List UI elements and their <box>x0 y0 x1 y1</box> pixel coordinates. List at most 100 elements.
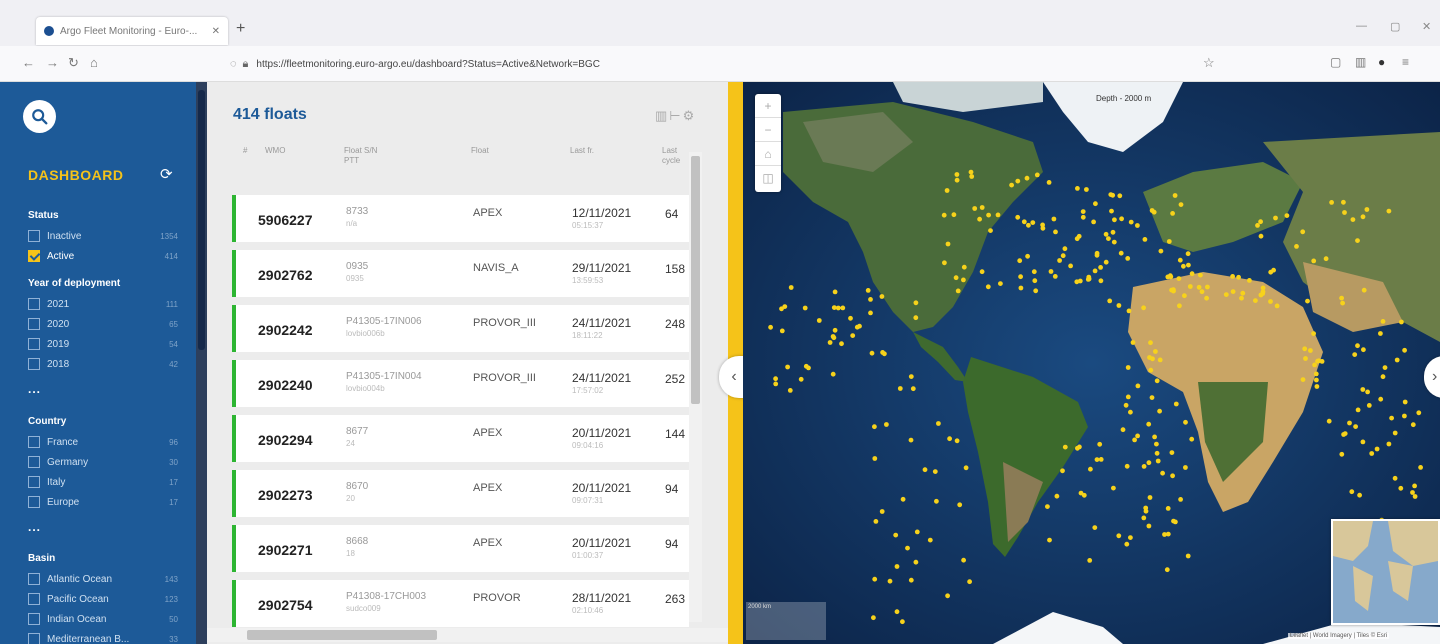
filter-option-indian[interactable]: Indian Ocean 50 <box>28 610 178 628</box>
float-row[interactable]: 2902754 P41308-17CH003 sudco009 PROVOR 28/11… <box>232 580 689 627</box>
checkbox[interactable] <box>28 476 40 488</box>
float-marker <box>1135 223 1140 228</box>
float-marker <box>1339 451 1345 457</box>
new-tab-button[interactable]: + <box>236 20 245 38</box>
checkbox[interactable] <box>28 318 40 330</box>
float-wmo[interactable]: 2902273 <box>258 487 313 503</box>
checkbox[interactable] <box>28 338 40 350</box>
show-more-country[interactable]: ... <box>28 520 41 534</box>
float-wmo[interactable]: 2902294 <box>258 432 313 448</box>
minimap[interactable] <box>1331 519 1440 625</box>
zoom-out-button[interactable]: − <box>755 118 781 142</box>
account-icon[interactable]: ● <box>1378 55 1385 69</box>
col-last-fr[interactable]: Last fr. <box>570 146 594 156</box>
checkbox[interactable] <box>28 436 40 448</box>
float-marker <box>1053 229 1058 235</box>
float-wmo[interactable]: 2902242 <box>258 322 313 338</box>
col-last-cycle[interactable]: Last cycle <box>662 146 680 166</box>
chart-icon[interactable]: ▥ <box>655 108 669 123</box>
float-serial: P41308-17CH003 <box>346 591 427 602</box>
checkbox[interactable] <box>28 613 40 625</box>
checkbox[interactable] <box>28 358 40 370</box>
minimize-button[interactable]: — <box>1356 20 1367 32</box>
filter-option-europe[interactable]: Europe 17 <box>28 493 178 511</box>
float-row[interactable]: 2902294 8677 24 APEX 20/11/2021 09:04:16 144 <box>232 415 689 462</box>
filter-option-pacific[interactable]: Pacific Ocean 123 <box>28 590 178 608</box>
close-window-button[interactable]: ✕ <box>1422 20 1431 33</box>
filter-option-2018[interactable]: 2018 42 <box>28 355 178 373</box>
filter-option-france[interactable]: France 96 <box>28 433 178 451</box>
float-row[interactable]: 2902762 0935 0935 NAVIS_A 29/11/2021 13:59:53… <box>232 250 689 297</box>
float-marker <box>1040 225 1046 231</box>
float-marker <box>1313 371 1319 377</box>
checkbox[interactable] <box>28 496 40 508</box>
map-attribution[interactable]: Leaflet | World Imagery | Tiles © Esri <box>1288 633 1390 639</box>
float-row[interactable]: 2902273 8670 20 APEX 20/11/2021 09:07:31 94 <box>232 470 689 517</box>
checkbox[interactable] <box>28 298 40 310</box>
search-button[interactable] <box>23 100 56 133</box>
back-arrow-icon[interactable]: ← <box>22 55 35 70</box>
float-marker <box>1374 446 1380 452</box>
url-bar[interactable]: ◌ 🔒︎ https://fleetmonitoring.euro-argo.e… <box>230 52 1230 76</box>
filter-option-mediterranean[interactable]: Mediterranean B... 33 <box>28 630 178 644</box>
checkbox[interactable] <box>28 593 40 605</box>
home-view-button[interactable]: ⌂ <box>755 142 781 166</box>
layers-button[interactable]: ◫ <box>755 166 781 190</box>
filter-option-atlantic[interactable]: Atlantic Ocean 143 <box>28 570 178 588</box>
filter-option-germany[interactable]: Germany 30 <box>28 453 178 471</box>
float-marker <box>1300 377 1306 382</box>
settings-icon[interactable]: ⚙ <box>683 108 697 123</box>
float-marker <box>1125 394 1131 400</box>
float-marker <box>1402 347 1407 353</box>
col-wmo[interactable]: WMO <box>265 146 285 156</box>
col-num[interactable]: # <box>243 146 247 156</box>
pocket-icon[interactable]: ▢ <box>1330 55 1341 69</box>
float-wmo[interactable]: 2902762 <box>258 267 313 283</box>
float-wmo[interactable]: 5906227 <box>258 212 313 228</box>
filter-option-2019[interactable]: 2019 54 <box>28 335 178 353</box>
list-vscroll-thumb[interactable] <box>691 156 700 404</box>
show-more-year[interactable]: ... <box>28 382 41 396</box>
export-icon[interactable]: ⊢ <box>669 108 682 123</box>
float-marker <box>782 304 788 309</box>
filter-option-active[interactable]: Active 414 <box>28 247 178 265</box>
reload-icon[interactable]: ↻ <box>68 55 79 71</box>
float-wmo[interactable]: 2902754 <box>258 597 313 613</box>
checkbox[interactable] <box>28 573 40 585</box>
library-icon[interactable]: ▥ <box>1355 55 1366 69</box>
float-row[interactable]: 5906227 8733 n/a APEX 12/11/2021 05:15:37 64 <box>232 195 689 242</box>
float-row[interactable]: 2902240 P41305-17IN004 lovbio004b PROVOR_II… <box>232 360 689 407</box>
shield-icon[interactable]: ◌ <box>230 58 237 70</box>
browser-tab[interactable]: Argo Fleet Monitoring - Euro-... ✕ <box>36 17 228 45</box>
checkbox[interactable] <box>28 250 40 262</box>
filter-option-2021[interactable]: 2021 111 <box>28 295 178 313</box>
zoom-in-button[interactable]: + <box>755 94 781 118</box>
float-row[interactable]: 2902242 P41305-17IN006 lovbio006b PROVOR_II… <box>232 305 689 352</box>
float-wmo[interactable]: 2902271 <box>258 542 313 558</box>
float-marker <box>1048 269 1054 274</box>
checkbox[interactable] <box>28 230 40 242</box>
home-icon[interactable]: ⌂ <box>90 55 98 70</box>
float-marker <box>779 328 785 334</box>
bookmark-star-icon[interactable]: ☆ <box>1203 55 1215 71</box>
float-marker <box>1152 434 1157 440</box>
filter-option-inactive[interactable]: Inactive 1354 <box>28 227 178 245</box>
filter-option-2020[interactable]: 2020 65 <box>28 315 178 333</box>
browser-tabbar: Argo Fleet Monitoring - Euro-... ✕ + — ▢… <box>0 0 1440 46</box>
list-hscroll-thumb[interactable] <box>247 630 437 640</box>
refresh-icon[interactable]: ⟳ <box>160 165 173 183</box>
sidebar-scroll-thumb[interactable] <box>198 90 205 350</box>
depth-label: Depth - 2000 m <box>1096 94 1152 103</box>
filter-option-italy[interactable]: Italy 17 <box>28 473 178 491</box>
float-wmo[interactable]: 2902240 <box>258 377 313 393</box>
col-sn[interactable]: Float S/N PTT <box>344 146 377 166</box>
tab-close-icon[interactable]: ✕ <box>212 26 220 37</box>
menu-icon[interactable]: ≡ <box>1402 55 1409 69</box>
forward-arrow-icon[interactable]: → <box>46 55 59 70</box>
float-row[interactable]: 2902271 8668 18 APEX 20/11/2021 01:00:37 94 <box>232 525 689 572</box>
maximize-button[interactable]: ▢ <box>1390 20 1400 33</box>
lock-icon[interactable]: 🔒︎ <box>243 58 249 71</box>
checkbox[interactable] <box>28 456 40 468</box>
checkbox[interactable] <box>28 633 40 644</box>
col-model[interactable]: Float <box>471 146 489 156</box>
